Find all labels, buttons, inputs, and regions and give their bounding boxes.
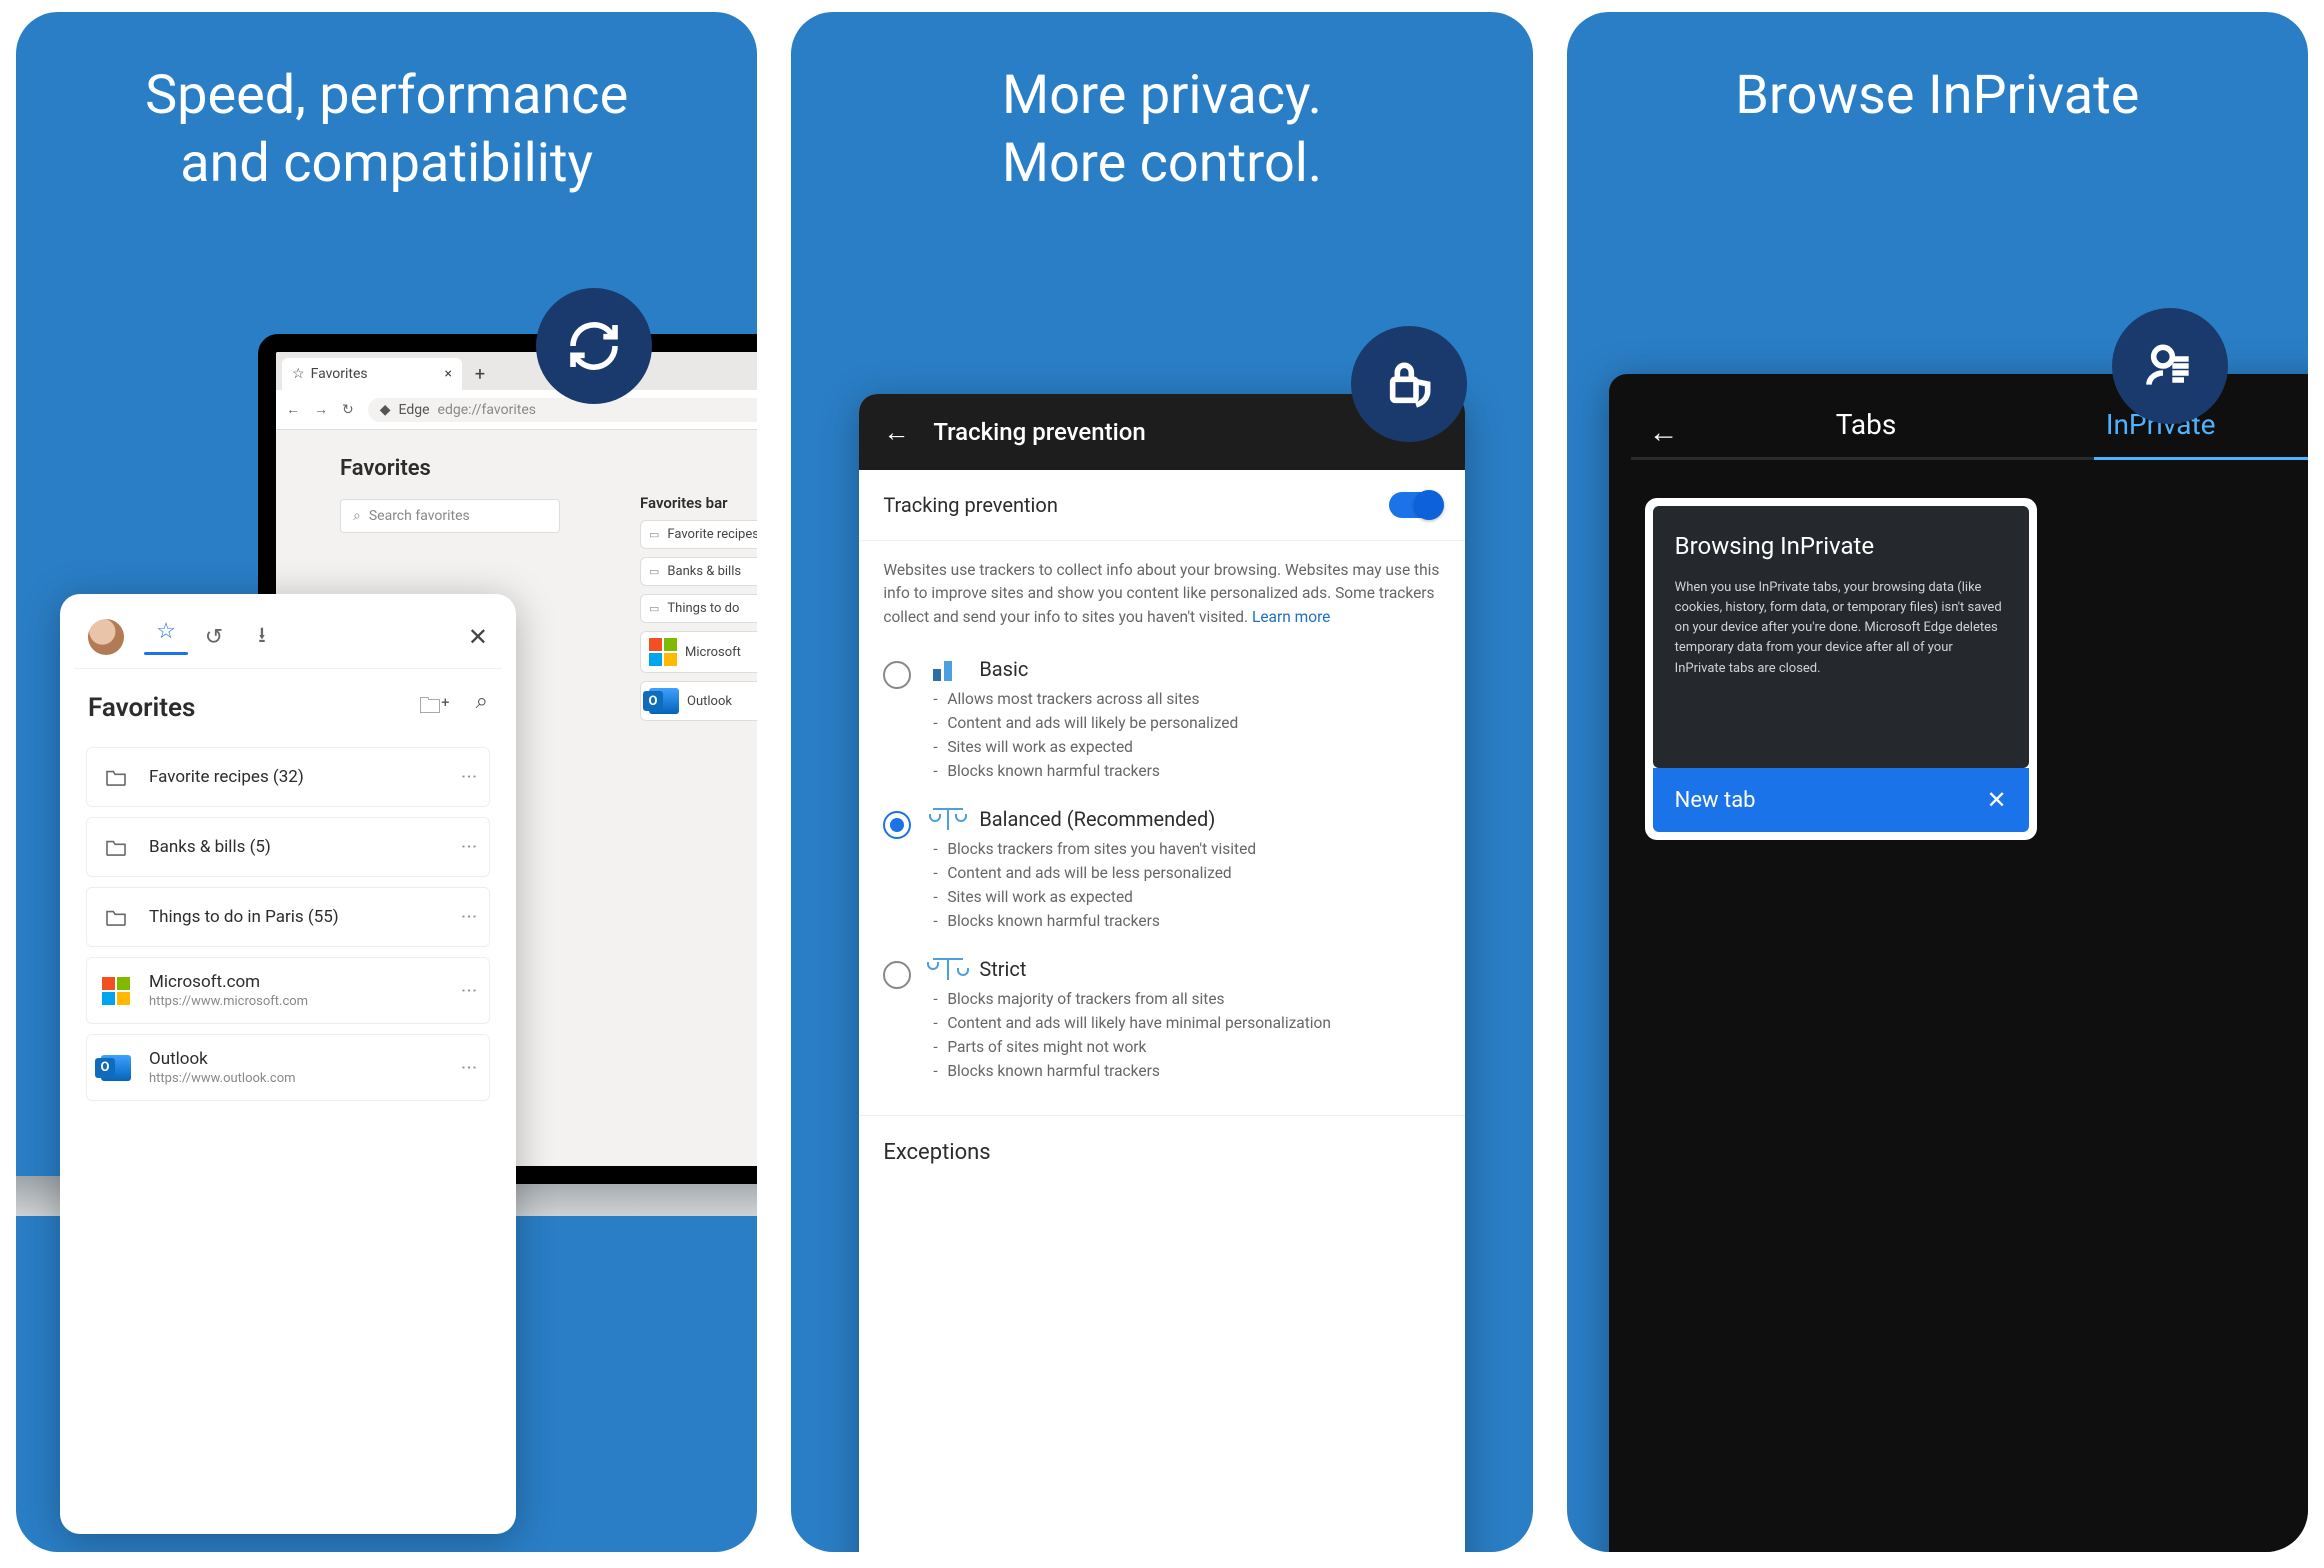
sync-icon <box>536 288 652 404</box>
inprivate-tile[interactable]: Browsing InPrivate When you use InPrivat… <box>1645 498 2037 840</box>
favorite-site[interactable]: Microsoft.comhttps://www.microsoft.com ⋮ <box>86 957 490 1024</box>
lock-shield-icon <box>1351 326 1467 442</box>
balanced-icon <box>933 808 963 830</box>
headline: More privacy.More control. <box>791 12 1532 227</box>
search-icon: ⌕ <box>353 508 361 524</box>
promo-card-inprivate: Browse InPrivate ← Tabs InPrivate Browsi… <box>1567 12 2308 1552</box>
tracking-toggle[interactable] <box>1389 492 1441 518</box>
promo-card-privacy: More privacy.More control. ← Tracking pr… <box>791 12 1532 1552</box>
page-heading: Favorites <box>340 456 757 481</box>
tile-heading: Browsing InPrivate <box>1675 532 2007 560</box>
fav-chip[interactable]: Things to do <box>640 594 757 623</box>
favorite-folder[interactable]: Banks & bills (5) ⋮ <box>86 817 490 877</box>
more-icon[interactable]: ⋮ <box>460 769 479 786</box>
phone-favorites-panel: ☆ ↺ ⭳ ✕ Favorites 🗀⁺ ⌕ Favorite recipes … <box>60 594 516 1534</box>
favorite-folder[interactable]: Things to do in Paris (55) ⋮ <box>86 887 490 947</box>
back-icon[interactable]: ← <box>883 417 909 448</box>
favorite-site[interactable]: Outlookhttps://www.outlook.com ⋮ <box>86 1034 490 1101</box>
favorites-bar-heading: Favorites bar <box>640 482 757 520</box>
headline: Speed, performanceand compatibility <box>16 12 757 227</box>
option-basic[interactable]: Basic Allows most trackers across all si… <box>859 647 1464 797</box>
browser-tab[interactable]: ☆Favorites× <box>282 358 462 390</box>
tracking-prevention-screen: ← Tracking prevention Tracking preventio… <box>859 394 1464 1552</box>
panel-heading: Favorites <box>88 693 195 723</box>
headline: Browse InPrivate <box>1567 12 2308 160</box>
search-icon[interactable]: ⌕ <box>476 689 488 727</box>
back-icon[interactable]: ← <box>1649 415 1679 450</box>
browser-toolbar: ← → ↻ ◆ Edge edge://favorites <box>276 390 757 430</box>
fav-chip[interactable]: Outlook <box>640 681 757 721</box>
strict-icon <box>933 958 963 980</box>
microsoft-icon <box>102 977 130 1005</box>
search-favorites-input[interactable]: ⌕Search favorites <box>340 499 560 533</box>
radio-icon[interactable] <box>883 961 911 989</box>
folder-icon <box>101 762 131 792</box>
folder-icon <box>101 832 131 862</box>
nav-fwd-icon[interactable]: → <box>314 401 328 418</box>
inprivate-tabs-screen: ← Tabs InPrivate Browsing InPrivate When… <box>1609 374 2308 1552</box>
nav-back-icon[interactable]: ← <box>286 401 300 418</box>
more-icon[interactable]: ⋮ <box>460 1059 479 1076</box>
option-strict[interactable]: Strict Blocks majority of trackers from … <box>859 947 1464 1097</box>
inprivate-icon <box>2112 308 2228 424</box>
option-balanced[interactable]: Balanced (Recommended) Blocks trackers f… <box>859 797 1464 947</box>
new-tab-button[interactable]: + <box>464 358 496 390</box>
favorite-folder[interactable]: Favorite recipes (32) ⋮ <box>86 747 490 807</box>
fav-chip[interactable]: Microsoft <box>640 631 757 673</box>
fav-chip[interactable]: Favorite recipes <box>640 520 757 549</box>
exceptions-row[interactable]: Exceptions <box>859 1115 1464 1189</box>
screen-title: Tracking prevention <box>933 418 1145 446</box>
address-bar[interactable]: ◆ Edge edge://favorites <box>368 398 758 422</box>
close-icon[interactable]: ✕ <box>468 623 488 651</box>
outlook-icon <box>101 1055 131 1081</box>
add-folder-icon[interactable]: 🗀⁺ <box>419 689 450 727</box>
radio-icon[interactable] <box>883 661 911 689</box>
promo-card-sync: Speed, performanceand compatibility ☆Fav… <box>16 12 757 1552</box>
more-icon[interactable]: ⋮ <box>460 839 479 856</box>
folder-icon <box>101 902 131 932</box>
browser-tabstrip: ☆Favorites× + <box>276 352 757 390</box>
radio-icon[interactable] <box>883 811 911 839</box>
download-icon[interactable]: ⭳ <box>238 618 286 656</box>
toggle-label: Tracking prevention <box>883 493 1058 517</box>
basic-icon <box>933 657 963 681</box>
learn-more-link[interactable]: Learn more <box>1252 608 1330 626</box>
more-icon[interactable]: ⋮ <box>460 982 479 999</box>
avatar[interactable] <box>88 619 124 655</box>
description-text: Websites use trackers to collect info ab… <box>859 541 1464 647</box>
history-icon[interactable]: ↺ <box>190 625 238 650</box>
fav-chip[interactable]: Banks & bills <box>640 557 757 586</box>
more-icon[interactable]: ⋮ <box>460 909 479 926</box>
tab-normal[interactable]: Tabs <box>1719 408 2014 457</box>
tile-body: When you use InPrivate tabs, your browsi… <box>1675 578 2007 679</box>
close-tab-icon[interactable]: ✕ <box>1987 786 2007 814</box>
star-icon[interactable]: ☆ <box>142 619 190 655</box>
new-tab-label: New tab <box>1675 788 1756 813</box>
nav-refresh-icon[interactable]: ↻ <box>342 402 354 418</box>
